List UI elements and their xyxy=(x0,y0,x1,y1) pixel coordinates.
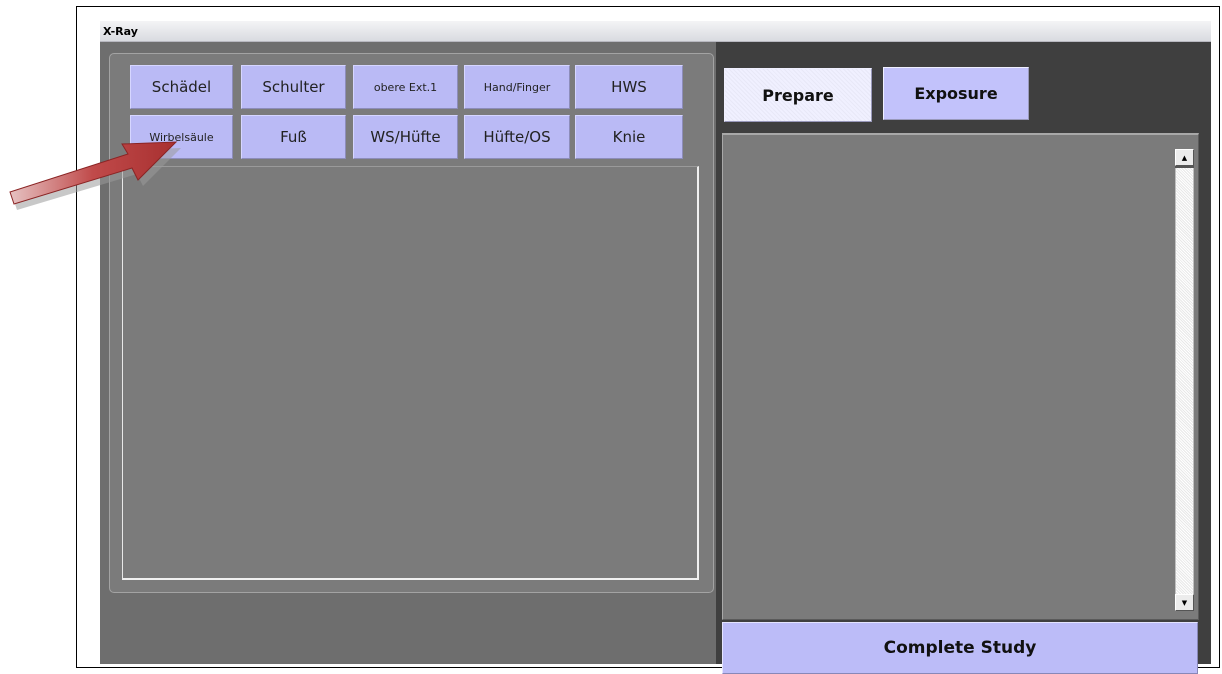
category-button-schulter[interactable]: Schulter xyxy=(241,65,346,109)
category-button-obere-ext[interactable]: obere Ext.1 xyxy=(353,65,458,109)
category-panel: Schädel Schulter obere Ext.1 Hand/Finger… xyxy=(109,53,714,593)
window-title: X-Ray xyxy=(100,21,1211,42)
vertical-scrollbar[interactable]: ▲ ▼ xyxy=(1175,149,1194,611)
scroll-thumb[interactable] xyxy=(1175,166,1194,168)
category-button-wirbelsaeule[interactable]: Wirbelsäule xyxy=(130,115,233,159)
complete-study-button[interactable]: Complete Study xyxy=(722,622,1198,674)
detail-list[interactable]: ▲ ▼ xyxy=(722,133,1199,620)
category-button-fuss[interactable]: Fuß xyxy=(241,115,346,159)
scroll-up-arrow-icon[interactable]: ▲ xyxy=(1175,149,1194,166)
tab-exposure[interactable]: Exposure xyxy=(883,67,1029,120)
category-button-hand-finger[interactable]: Hand/Finger xyxy=(464,65,570,109)
tab-prepare[interactable]: Prepare xyxy=(724,68,872,122)
category-button-huefte-os[interactable]: Hüfte/OS xyxy=(464,115,570,159)
category-button-schaedel[interactable]: Schädel xyxy=(130,65,233,109)
category-button-knie[interactable]: Knie xyxy=(575,115,683,159)
workflow-panel: Prepare Exposure ▲ ▼ Complete Study xyxy=(716,42,1211,674)
category-button-ws-huefte[interactable]: WS/Hüfte xyxy=(353,115,458,159)
xray-window: X-Ray Schädel Schulter obere Ext.1 Hand/… xyxy=(100,21,1211,674)
category-button-hws[interactable]: HWS xyxy=(575,65,683,109)
procedure-list-area[interactable] xyxy=(122,166,699,580)
scroll-down-arrow-icon[interactable]: ▼ xyxy=(1175,594,1194,611)
